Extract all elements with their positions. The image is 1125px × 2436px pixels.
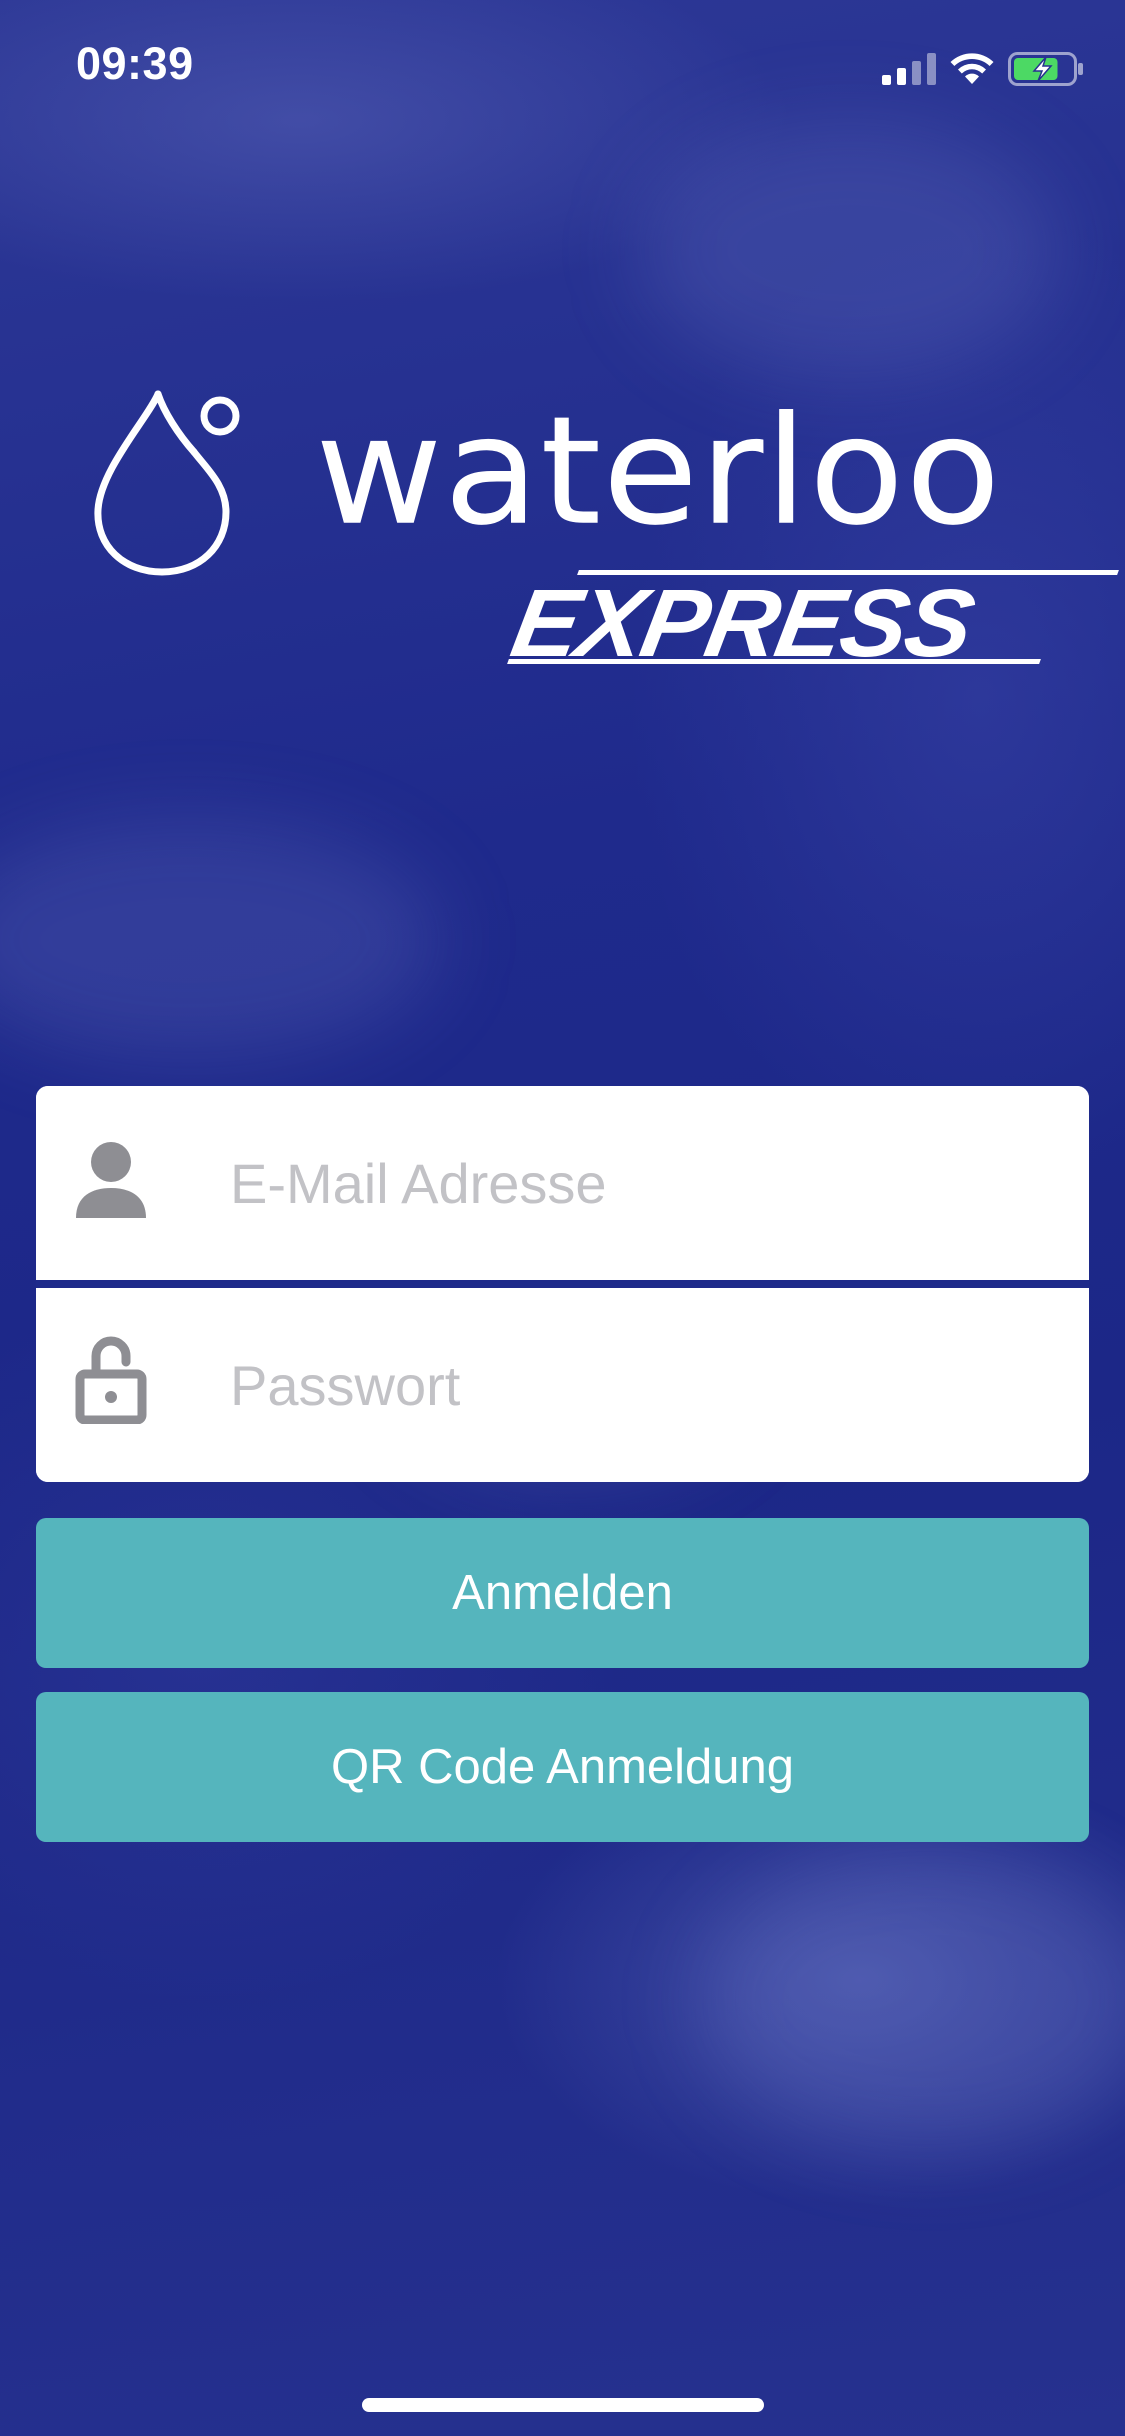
- password-row: [36, 1288, 1089, 1482]
- password-field[interactable]: [230, 1288, 1050, 1482]
- status-bar: 09:39: [0, 0, 1125, 135]
- water-drop-icon: [94, 390, 240, 576]
- brand-tagline: EXPRESS: [504, 570, 1120, 677]
- tagline-line-bottom: [507, 659, 1041, 664]
- background-smoke: [0, 820, 440, 1060]
- battery-charging-icon: [1008, 52, 1083, 86]
- login-form: [36, 1086, 1089, 1482]
- qr-login-button[interactable]: QR Code Anmeldung: [36, 1692, 1089, 1842]
- tagline-text: EXPRESS: [504, 570, 981, 677]
- background-smoke: [700, 1850, 1125, 2150]
- field-divider: [36, 1280, 1089, 1288]
- email-field[interactable]: [230, 1086, 1050, 1280]
- user-icon: [76, 1142, 146, 1218]
- wifi-icon: [950, 53, 994, 84]
- email-row: [36, 1086, 1089, 1280]
- login-button[interactable]: Anmelden: [36, 1518, 1089, 1668]
- brand-logo: waterloo EXPRESS: [90, 383, 1119, 690]
- home-indicator[interactable]: [362, 2398, 764, 2412]
- status-time: 09:39: [76, 38, 194, 89]
- login-screen: 09:39 waterloo EXPRESS E-Mail Adresse An…: [0, 0, 1125, 2436]
- brand-name: waterloo: [315, 383, 1002, 559]
- background-smoke: [640, 120, 1060, 380]
- lock-icon: [75, 1336, 147, 1424]
- cellular-signal-icon: [882, 53, 936, 85]
